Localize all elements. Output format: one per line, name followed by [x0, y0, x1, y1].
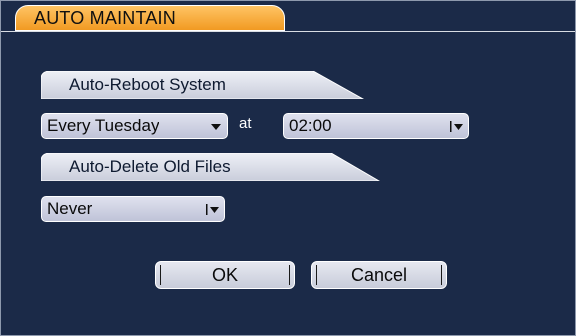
- auto-delete-section-label: Auto-Delete Old Files: [69, 157, 231, 176]
- cancel-button-label: Cancel: [350, 265, 408, 285]
- reboot-time-select[interactable]: 02:00: [283, 113, 469, 139]
- chevron-down-icon[interactable]: [209, 118, 223, 134]
- dialog-title-tab: AUTO MAINTAIN: [15, 5, 285, 31]
- chevron-down-icon[interactable]: [450, 118, 464, 134]
- auto-maintain-dialog: AUTO MAINTAIN Auto-Reboot System Every T…: [0, 0, 576, 336]
- reboot-day-value: Every Tuesday: [47, 116, 160, 135]
- chevron-down-icon[interactable]: [206, 201, 220, 217]
- auto-delete-select[interactable]: Never: [41, 196, 225, 222]
- at-label: at: [239, 115, 252, 132]
- reboot-day-select[interactable]: Every Tuesday: [41, 113, 228, 139]
- ok-button-label: OK: [211, 265, 238, 285]
- cancel-button[interactable]: Cancel: [311, 261, 447, 289]
- ok-button[interactable]: OK: [155, 261, 295, 289]
- auto-reboot-section-label: Auto-Reboot System: [69, 75, 226, 94]
- reboot-time-value: 02:00: [289, 116, 332, 135]
- auto-reboot-section-header: Auto-Reboot System: [41, 71, 365, 99]
- auto-delete-section-header: Auto-Delete Old Files: [41, 153, 381, 181]
- auto-delete-value: Never: [47, 199, 93, 218]
- dialog-title: AUTO MAINTAIN: [34, 8, 176, 28]
